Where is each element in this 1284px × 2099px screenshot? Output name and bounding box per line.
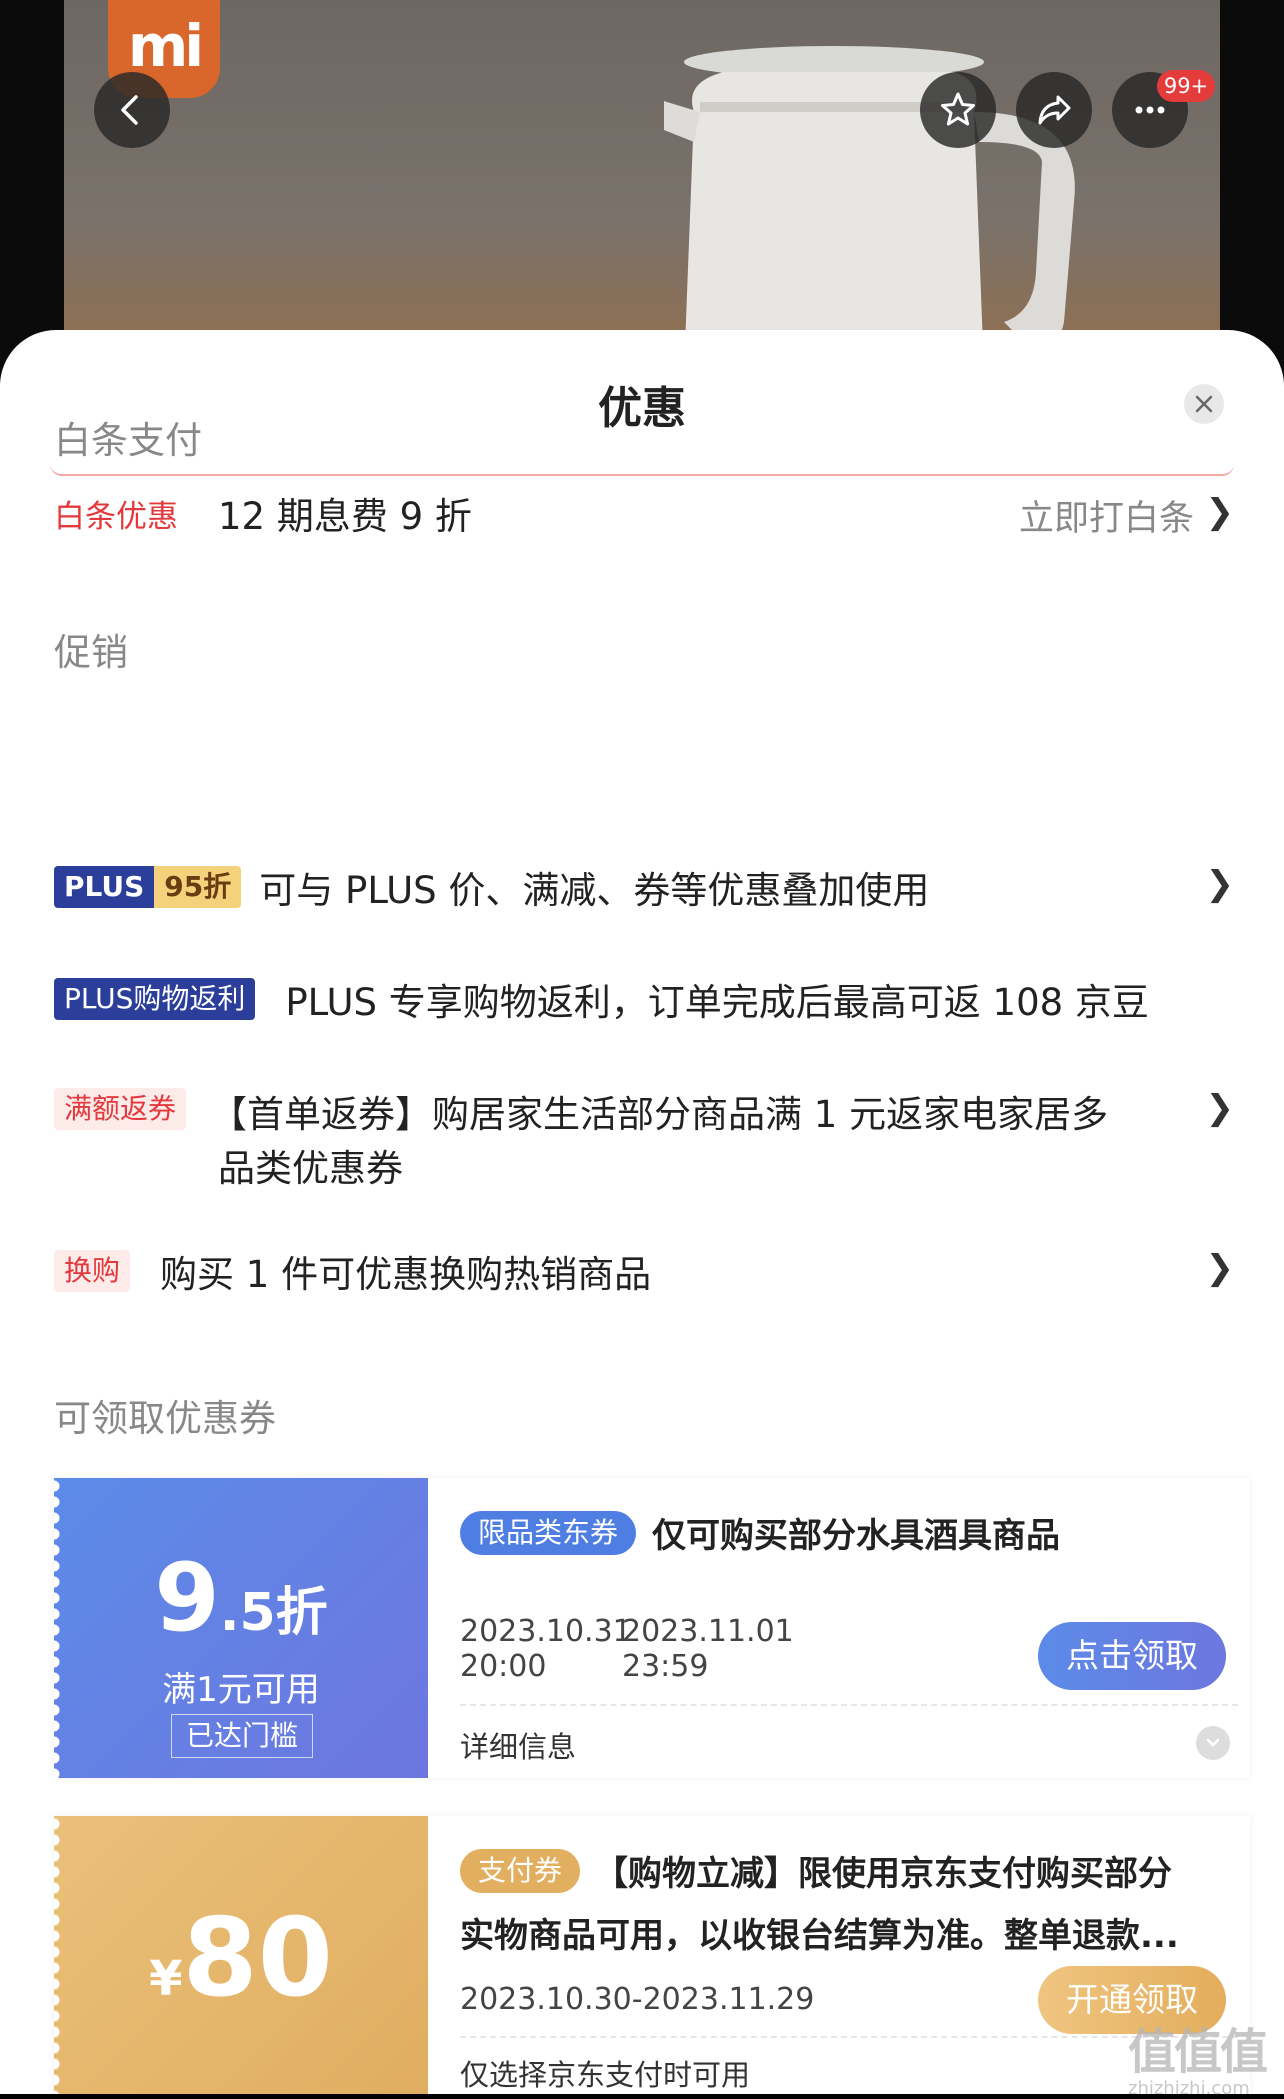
discount-sheet: 优惠 白条支付 白条优惠 12 期息费 9 折 立即打白条 ❯ 促销 PLUS … xyxy=(0,330,1284,2094)
coupon-card: ¥80 支付券 【购物立减】限使用京东支付购买部分 实物商品可用，以收银台结算为… xyxy=(54,1816,1250,2094)
coupon-end-date: 2023.11.01 xyxy=(622,1614,794,1649)
promo-row-plus-discount[interactable]: PLUS 95折 可与 PLUS 价、满减、券等优惠叠加使用 ❯ xyxy=(54,860,1234,914)
back-arrow-icon xyxy=(121,95,138,125)
section-title-coupons: 可领取优惠券 xyxy=(54,1397,276,1440)
coupon-amount: 80 xyxy=(182,1896,333,2021)
exchange-tag: 换购 xyxy=(54,1250,131,1292)
promo-row-plus-rebate[interactable]: PLUS购物返利 PLUS 专享购物返利，订单完成后最高可返 108 京豆 xyxy=(54,972,1234,1026)
coupon-title-row: 限品类东券 仅可购买部分水具酒具商品 xyxy=(460,1508,1060,1557)
chevron-right-icon: ❯ xyxy=(1205,1088,1235,1128)
promo-row-exchange[interactable]: 换购 购买 1 件可优惠换购热销商品 ❯ xyxy=(54,1244,1234,1298)
chevron-right-icon: ❯ xyxy=(1205,492,1235,532)
promo-text-line2: 品类优惠券 xyxy=(218,1147,404,1190)
coupon-type-tag: 支付券 xyxy=(460,1848,581,1893)
site-watermark: 值值值 zhizhizhi.com xyxy=(1128,2012,1284,2099)
coupon-start-time: 20:00 xyxy=(460,1649,547,1684)
promo-text: PLUS 专享购物返利，订单完成后最高可返 108 京豆 xyxy=(285,981,1149,1024)
coupon-condition: 满1元可用 xyxy=(162,1670,320,1710)
baitiao-text: 12 期息费 9 折 xyxy=(218,495,472,538)
coupon-date-range: 2023.10.30-2023.11.29 xyxy=(460,1982,815,2017)
watermark-logo: 值值值 xyxy=(1128,2024,1268,2080)
coupon-date-end: 2023.11.01 23:59 xyxy=(622,1614,794,1684)
favorite-button[interactable] xyxy=(920,72,996,148)
coupon-title-line2: 实物商品可用，以收银台结算为准。整单退款... xyxy=(460,1916,1179,1956)
coupon-return-tag: 满额返券 xyxy=(54,1088,187,1130)
coupon-start-date: 2023.10.31 xyxy=(460,1614,632,1649)
coupon-divider xyxy=(460,2036,1238,2038)
coupon-value-minor: .5折 xyxy=(219,1583,328,1643)
coupon-note: 仅选择京东支付时可用 xyxy=(460,2058,751,2092)
promo-text-block: 【首单返券】购居家生活部分商品满 1 元返家电家居多 品类优惠券 xyxy=(210,1084,1108,1192)
currency-symbol: ¥ xyxy=(149,1951,183,2007)
coupon-info: 限品类东券 仅可购买部分水具酒具商品 2023.10.31 20:00 2023… xyxy=(460,1478,1250,1778)
coupon-type-tag: 限品类东券 xyxy=(460,1510,637,1555)
baitiao-row[interactable]: 白条优惠 12 期息费 9 折 立即打白条 ❯ xyxy=(54,488,1235,541)
message-count-badge: 99+ xyxy=(1157,70,1215,102)
coupon-value: ¥80 xyxy=(54,1896,428,2021)
promo-text: 可与 PLUS 价、满减、券等优惠叠加使用 xyxy=(259,869,930,912)
coupon-title: 仅可购买部分水具酒具商品 xyxy=(652,1516,1061,1556)
expand-button[interactable] xyxy=(1196,1726,1230,1760)
coupon-value-panel: 9.5折 满1元可用 已达门槛 xyxy=(54,1478,428,1778)
close-icon xyxy=(1195,395,1213,413)
plus-discount-tag: 95折 xyxy=(154,866,242,908)
coupon-title-line1: 【购物立减】限使用京东支付购买部分 xyxy=(594,1854,1173,1894)
coupon-title-row: 支付券 【购物立减】限使用京东支付购买部分 xyxy=(460,1846,1172,1895)
share-button[interactable] xyxy=(1016,72,1092,148)
chevron-right-icon: ❯ xyxy=(1205,864,1235,904)
star-icon xyxy=(941,92,975,126)
promo-text-line1: 【首单返券】购居家生活部分商品满 1 元返家电家居多 xyxy=(210,1093,1109,1136)
chevron-down-icon xyxy=(1206,1738,1220,1747)
baitiao-tag: 白条优惠 xyxy=(54,498,178,535)
coupon-date-start: 2023.10.31 20:00 xyxy=(460,1614,632,1684)
plus-rebate-tag: PLUS购物返利 xyxy=(54,978,256,1020)
coupon-details-link[interactable]: 详细信息 xyxy=(460,1724,576,1766)
share-icon xyxy=(1038,95,1071,125)
claim-coupon-button[interactable]: 点击领取 xyxy=(1038,1622,1226,1690)
chevron-right-icon: ❯ xyxy=(1205,1248,1235,1288)
coupon-status: 已达门槛 xyxy=(171,1714,313,1758)
coupon-value-panel: ¥80 xyxy=(54,1816,428,2094)
baitiao-link[interactable]: 立即打白条 xyxy=(1019,490,1194,541)
promo-text: 购买 1 件可优惠换购热销商品 xyxy=(160,1253,652,1296)
promo-row-coupon-return[interactable]: 满额返券 【首单返券】购居家生活部分商品满 1 元返家电家居多 品类优惠券 ❯ xyxy=(54,1084,1234,1192)
coupon-end-time: 23:59 xyxy=(622,1649,709,1684)
back-button[interactable] xyxy=(94,72,170,148)
section-title-promotion: 促销 xyxy=(54,631,128,674)
section-divider xyxy=(50,460,1234,476)
plus-tag: PLUS xyxy=(54,866,155,908)
section-title-baitiao: 白条支付 xyxy=(54,419,202,462)
coupon-divider xyxy=(460,1704,1238,1706)
coupon-value: 9.5折 xyxy=(54,1544,428,1653)
close-button[interactable] xyxy=(1184,384,1224,424)
coupon-card: 9.5折 满1元可用 已达门槛 限品类东券 仅可购买部分水具酒具商品 2023.… xyxy=(54,1478,1250,1778)
coupon-value-major: 9 xyxy=(154,1544,220,1653)
